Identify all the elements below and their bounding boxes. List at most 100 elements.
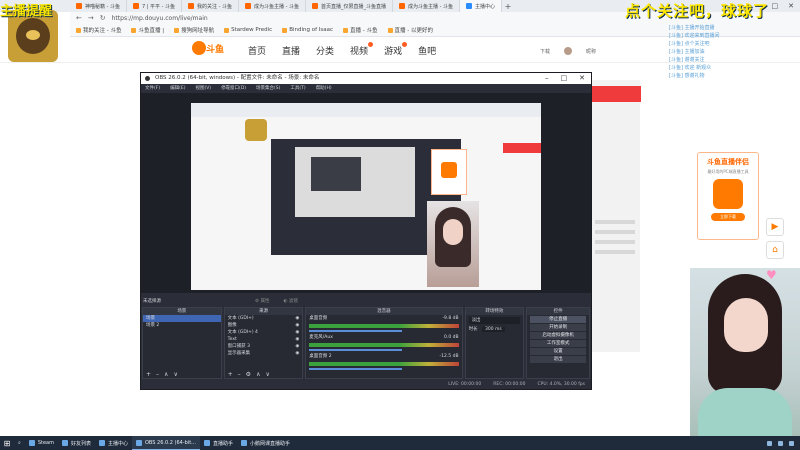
bookmark-item[interactable]: 直播 - 斗鱼	[343, 26, 378, 34]
eye-icon[interactable]: ◉	[295, 336, 299, 343]
eye-icon[interactable]: ◉	[295, 350, 299, 357]
bookmark-item[interactable]: 直播 - 以更好的	[387, 26, 433, 34]
maximize-icon[interactable]: □	[561, 73, 568, 84]
control-button[interactable]: 开始录制	[530, 324, 587, 331]
source-item[interactable]: 显示器采集 ◉	[225, 350, 303, 357]
add-icon[interactable]: +	[146, 371, 151, 378]
douyu-nav-item[interactable]: 首页	[248, 44, 266, 57]
taskbar-item[interactable]: Steam	[25, 436, 58, 450]
maximize-icon[interactable]: □	[772, 2, 779, 10]
taskbar-item[interactable]: 好友列表	[58, 436, 95, 450]
transition-select[interactable]: 淡出	[468, 317, 521, 324]
eye-icon[interactable]: ◉	[295, 322, 299, 329]
control-button[interactable]: 退出	[530, 356, 587, 363]
new-tab-button[interactable]: +	[502, 2, 514, 11]
scene-item[interactable]: 场景 2	[143, 322, 221, 329]
browser-tab[interactable]: 成为斗鱼主播 - 斗鱼	[393, 0, 460, 12]
taskbar-item[interactable]: 直播助手	[200, 436, 237, 450]
volume-fader[interactable]	[309, 330, 403, 332]
eye-icon[interactable]: ◉	[295, 315, 299, 322]
bookmark-item[interactable]: 我的关注 - 斗鱼	[76, 26, 121, 34]
volume-icon[interactable]	[789, 440, 794, 446]
up-icon[interactable]: ∧	[256, 371, 260, 378]
douyu-nav-item[interactable]: 直播	[282, 44, 300, 57]
username[interactable]: 昵称	[586, 48, 596, 55]
eye-icon[interactable]: ◉	[295, 343, 299, 350]
browser-tab[interactable]: 主播中心	[459, 0, 502, 12]
obs-menu-item[interactable]: 编辑(E)	[170, 84, 185, 93]
duration-input[interactable]: 300 ms	[482, 327, 505, 332]
promo-download-button[interactable]: 立即下载	[711, 213, 745, 221]
browser-tab-label: 成为斗鱼主播 - 斗鱼	[408, 3, 453, 10]
properties-label: 属性	[260, 299, 270, 304]
home-icon[interactable]: ⌂	[766, 241, 784, 259]
douyu-nav-item[interactable]: 分类	[316, 44, 334, 57]
source-item[interactable]: Text ◉	[225, 336, 303, 343]
close-icon[interactable]: ✕	[579, 73, 585, 84]
douyu-nav-item[interactable]: 视频	[350, 42, 374, 57]
properties-button[interactable]: ⚙ 属性	[255, 298, 269, 304]
search-icon[interactable]: ⌕	[14, 436, 25, 450]
browser-tab[interactable]: 7 | 平平 - 斗鱼	[127, 0, 183, 12]
browser-tab[interactable]: 我的关注 - 斗鱼	[182, 0, 239, 12]
gear-icon[interactable]: ⚙	[246, 371, 251, 378]
browser-tab[interactable]: 首页直播_仅限直播_斗鱼直播	[306, 0, 393, 12]
bookmark-item[interactable]: 搜狗网址导航	[174, 26, 214, 34]
reload-icon[interactable]: ↻	[100, 14, 106, 22]
taskbar-item[interactable]: OBS 26.0.2 (64-bit...	[132, 436, 200, 450]
remove-icon[interactable]: –	[156, 371, 159, 378]
douyu-logo[interactable]: 斗鱼	[192, 41, 232, 59]
obs-preview[interactable]	[141, 93, 591, 293]
volume-fader[interactable]	[309, 368, 403, 370]
obs-menu-item[interactable]: 帮助(H)	[316, 84, 332, 93]
source-item[interactable]: 窗口捕获 3 ◉	[225, 343, 303, 350]
download-link[interactable]: 下载	[540, 48, 550, 55]
source-item[interactable]: 文本 (GDI+) ◉	[225, 315, 303, 322]
favicon-icon	[245, 3, 251, 9]
source-item[interactable]: 文本 (GDI+) 4 ◉	[225, 329, 303, 336]
windows-start-icon[interactable]: ⊞	[0, 436, 14, 450]
taskbar-item[interactable]: 小鹅网课直播助手	[237, 436, 294, 450]
volume-fader[interactable]	[309, 349, 403, 351]
control-button[interactable]: 停止直播	[530, 316, 587, 323]
tray-icon[interactable]	[767, 440, 772, 446]
play-icon[interactable]: ▶	[766, 218, 784, 236]
url-field[interactable]: https://mp.douyu.com/live/main	[112, 15, 208, 22]
forward-icon[interactable]: →	[88, 14, 94, 22]
browser-tab[interactable]: 成为斗鱼主播 - 斗鱼	[239, 0, 306, 12]
remove-icon[interactable]: –	[238, 371, 241, 378]
down-icon[interactable]: ∨	[173, 371, 177, 378]
eye-icon[interactable]: ◉	[295, 329, 299, 336]
control-button[interactable]: 启动虚拟摄像机	[530, 332, 587, 339]
douyu-nav-item[interactable]: 鱼吧	[418, 44, 436, 57]
browser-tab-label: 首页直播_仅限直播_斗鱼直播	[320, 3, 386, 10]
control-button[interactable]: 设置	[530, 348, 587, 355]
down-icon[interactable]: ∨	[265, 371, 269, 378]
bookmark-item[interactable]: Binding of Isaac	[282, 27, 333, 33]
douyu-companion-promo[interactable]: 斗鱼直播伴侣 最好用的PC端直播工具 立即下载	[697, 152, 759, 240]
obs-menu-item[interactable]: 停靠窗口(D)	[221, 84, 246, 93]
network-icon[interactable]	[778, 440, 783, 446]
app-icon	[98, 440, 105, 446]
source-item[interactable]: 图像 ◉	[225, 322, 303, 329]
bookmark-item[interactable]: 斗鱼直播 |	[131, 26, 164, 34]
browser-tab[interactable]: 神喵秘籍 - 斗鱼	[70, 0, 127, 12]
control-button[interactable]: 工作室模式	[530, 340, 587, 347]
sources-header: 来源	[224, 308, 303, 315]
douyu-nav: 首页 直播 分类 视频 游戏 鱼吧	[248, 42, 436, 57]
avatar[interactable]	[564, 47, 573, 55]
close-icon[interactable]: ✕	[788, 2, 794, 10]
bookmark-item[interactable]: Stardew Predic	[224, 27, 272, 33]
obs-menu-item[interactable]: 视图(V)	[195, 84, 211, 93]
taskbar-item[interactable]: 主播中心	[95, 436, 132, 450]
add-icon[interactable]: +	[228, 371, 233, 378]
filters-button[interactable]: ◐ 滤镜	[283, 298, 297, 304]
back-icon[interactable]: ←	[76, 14, 82, 22]
up-icon[interactable]: ∧	[164, 371, 168, 378]
scene-item[interactable]: 场景	[143, 315, 221, 322]
minimize-icon[interactable]: –	[545, 73, 549, 84]
obs-menu-item[interactable]: 文件(F)	[145, 84, 160, 93]
obs-menu-item[interactable]: 场景集合(S)	[256, 84, 280, 93]
obs-menu-item[interactable]: 工具(T)	[290, 84, 305, 93]
douyu-nav-item[interactable]: 游戏	[384, 42, 408, 57]
